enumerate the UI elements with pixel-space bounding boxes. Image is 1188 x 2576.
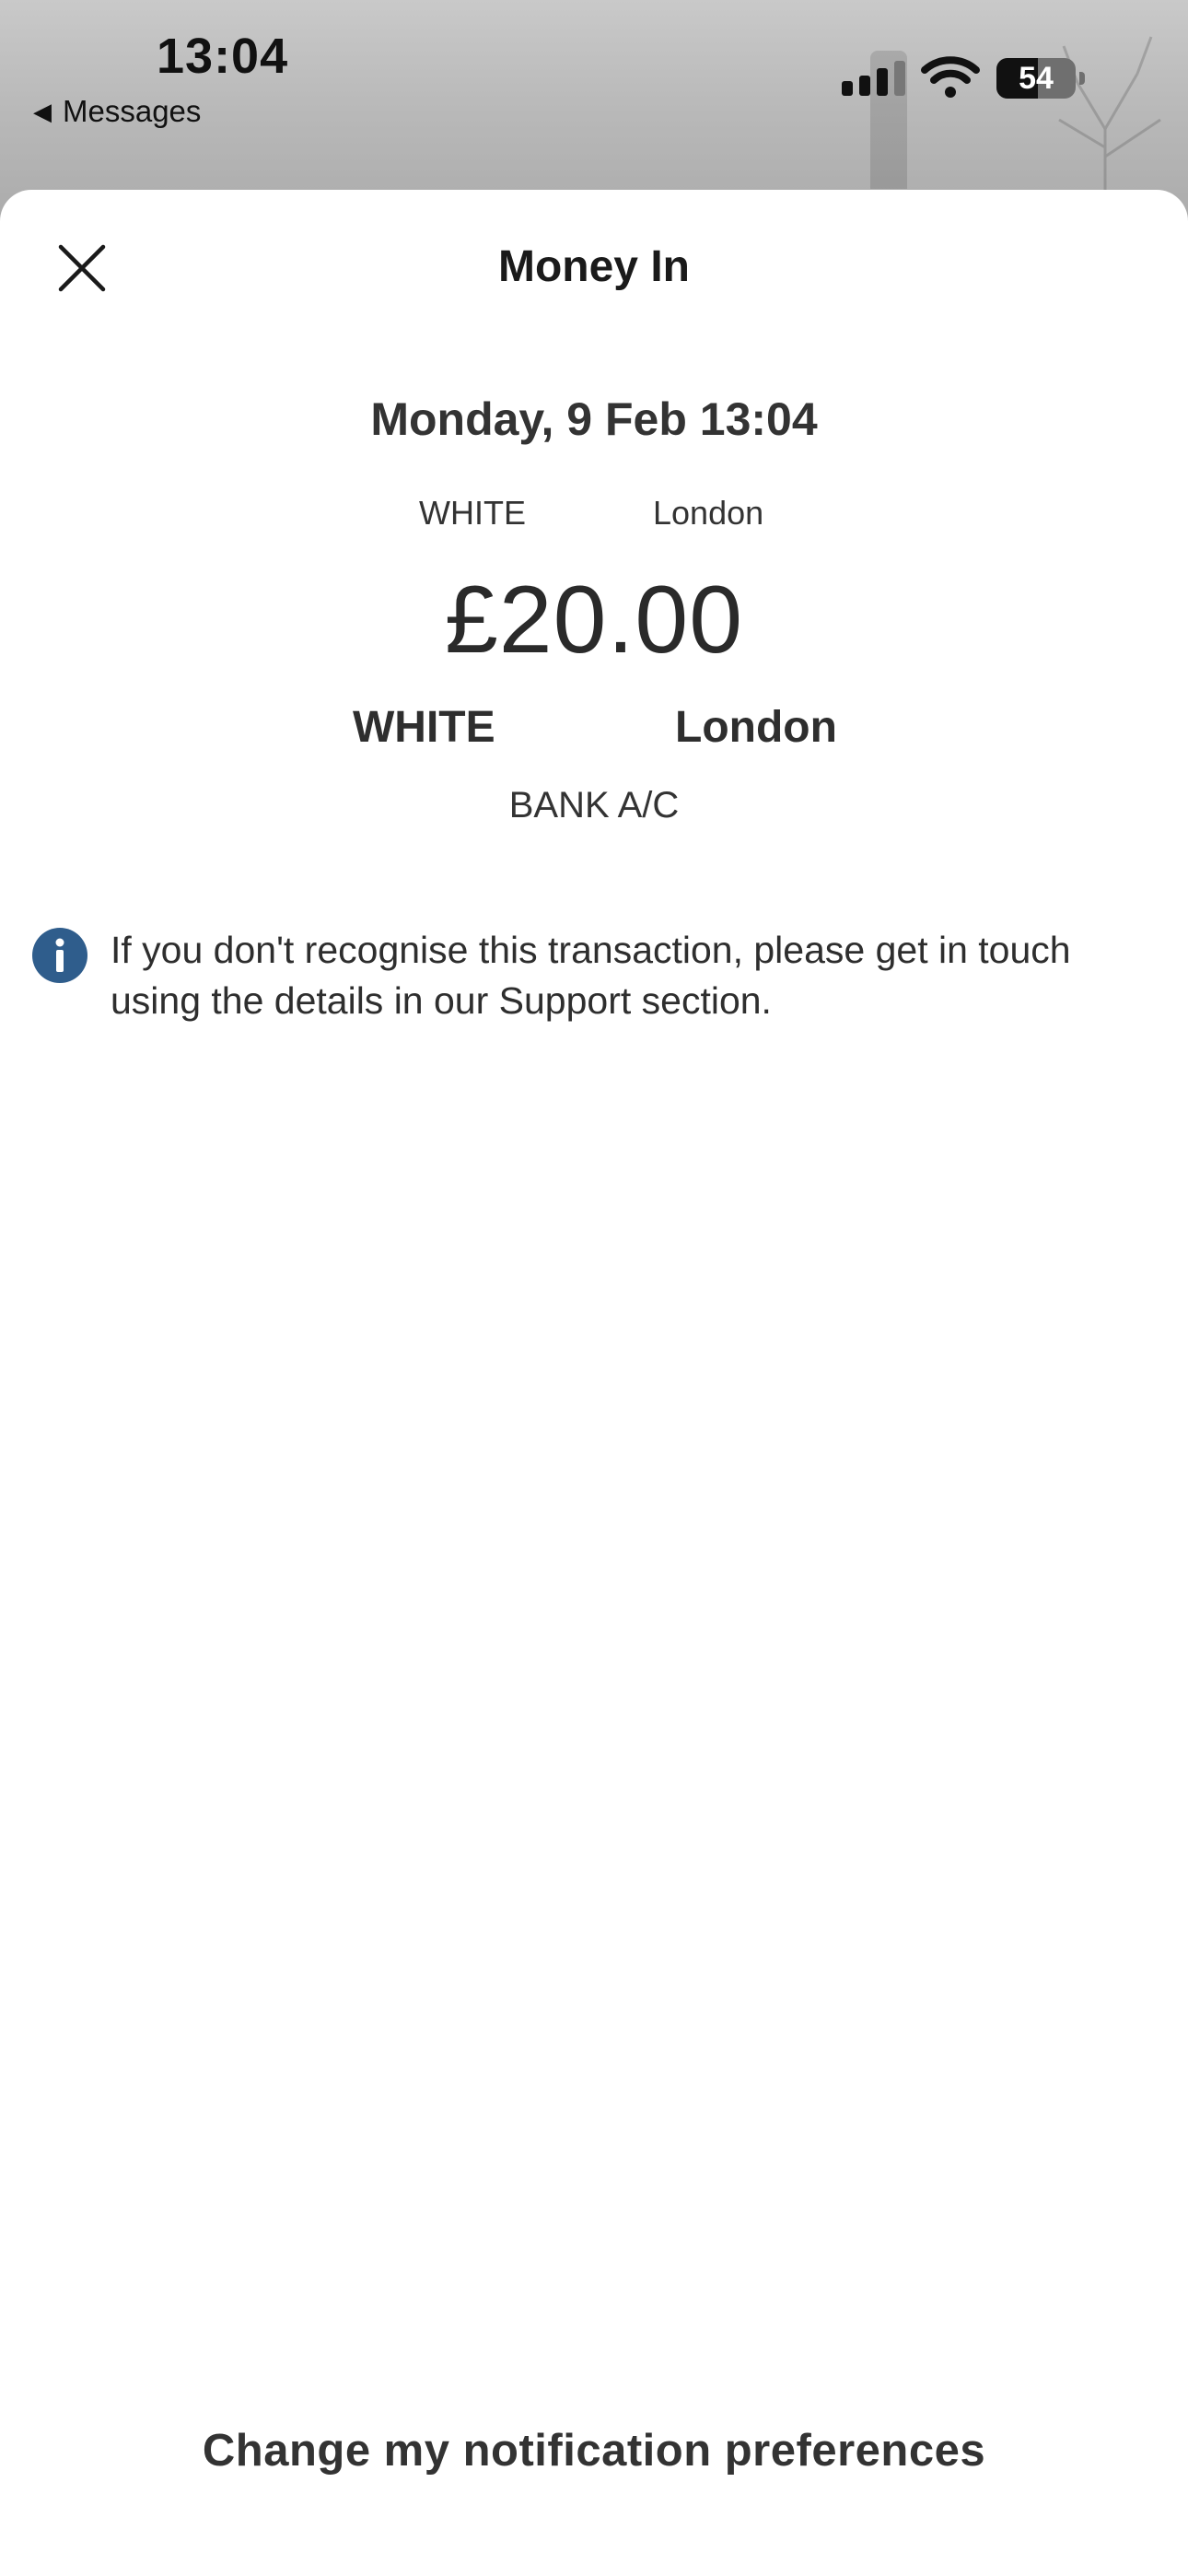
status-time: 13:04 <box>157 29 289 84</box>
cellular-signal-icon <box>842 61 905 96</box>
battery-tip <box>1079 72 1085 85</box>
back-arrow-icon: ◀ <box>33 97 52 125</box>
support-notice-text: If you don't recognise this transaction,… <box>111 929 1071 1022</box>
reference-name: WHITE <box>419 494 526 532</box>
background-tree <box>1058 36 1161 203</box>
change-notification-preferences-link[interactable]: Change my notification preferences <box>0 2425 1188 2476</box>
wifi-icon <box>921 56 980 98</box>
battery-icon: 54 <box>996 58 1076 99</box>
transaction-amount: £20.00 <box>444 567 744 673</box>
battery-level: 54 <box>1019 61 1054 96</box>
info-icon <box>32 928 87 983</box>
transaction-sheet: Money In Monday, 9 Feb 13:04 WHITE Londo… <box>0 190 1188 2576</box>
reference-location: London <box>653 494 764 532</box>
sheet-title: Money In <box>497 242 690 291</box>
account-type: BANK A/C <box>508 785 680 825</box>
payer-name: WHITE <box>353 703 495 752</box>
transaction-datetime: Monday, 9 Feb 13:04 <box>370 393 818 445</box>
back-label: Messages <box>63 94 202 128</box>
payer-location: London <box>675 703 837 752</box>
back-to-messages-link[interactable]: ◀ Messages <box>33 94 201 129</box>
support-notice: If you don't recognise this transaction,… <box>31 925 1155 1026</box>
